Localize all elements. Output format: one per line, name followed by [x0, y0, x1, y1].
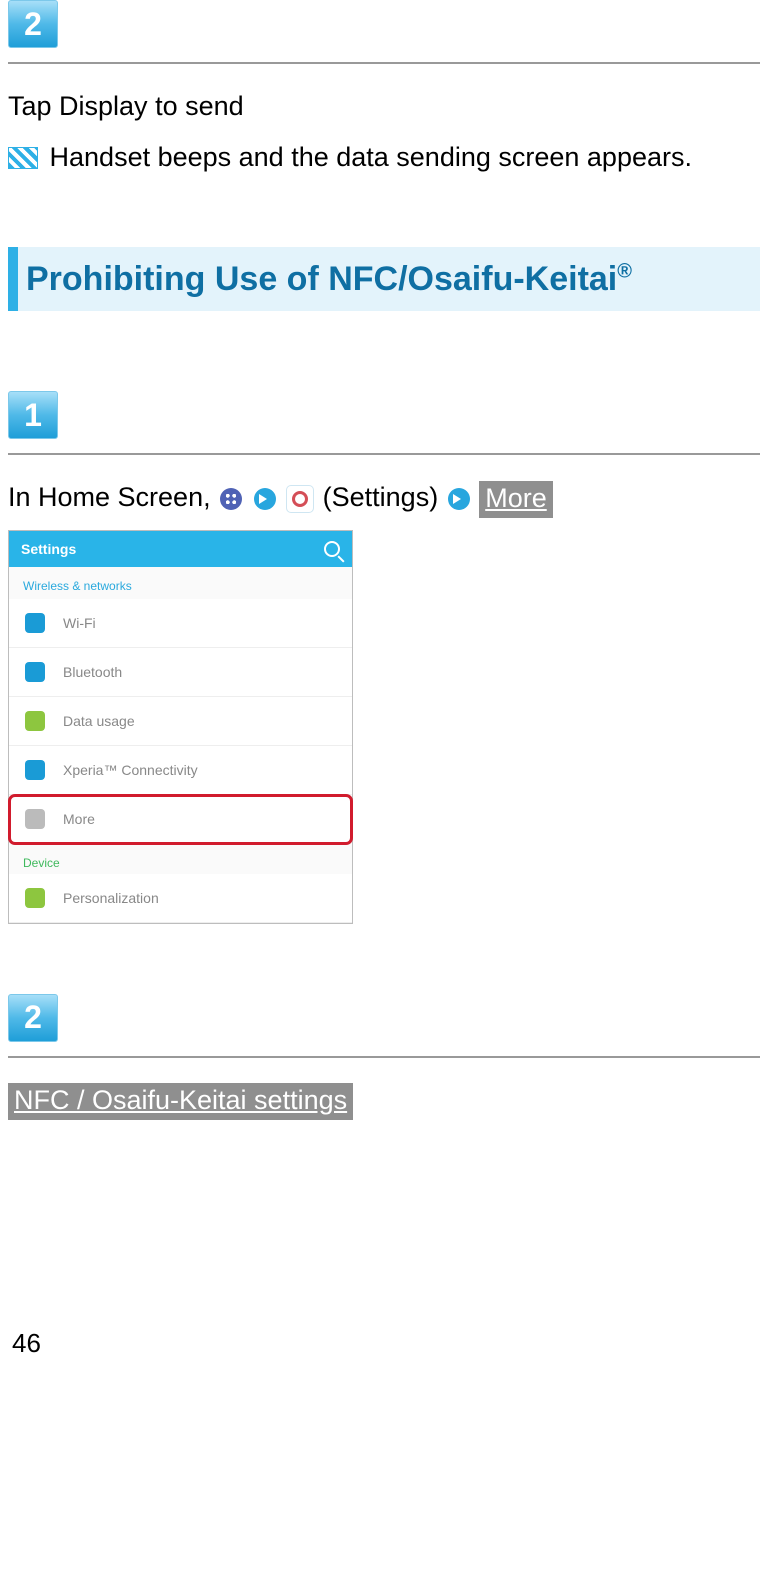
more-button-label: More [479, 481, 553, 518]
screenshot-item: Personalization [9, 874, 352, 923]
search-icon [324, 541, 340, 557]
screenshot-item-label: Bluetooth [63, 664, 122, 680]
section-heading: Prohibiting Use of NFC/Osaifu-Keitai® [8, 247, 760, 311]
screenshot-item-icon [25, 711, 45, 731]
section-heading-main: Prohibiting Use of NFC/Osaifu-Keitai [26, 260, 617, 298]
instruction-line-1: Tap Display to send [8, 86, 760, 127]
screenshot-item-label: Personalization [63, 890, 159, 906]
step-badge-2-top: 2 [8, 0, 58, 48]
divider [8, 62, 760, 64]
settings-screenshot: Settings Wireless & networks Wi-Fi Blueto… [8, 530, 353, 924]
screenshot-item-label: Wi-Fi [63, 615, 96, 631]
screenshot-section-label: Wireless & networks [9, 567, 352, 599]
nfc-settings-label: NFC / Osaifu-Keitai settings [8, 1083, 353, 1120]
instruction-line-2-text: Handset beeps and the data sending scree… [50, 142, 692, 172]
screenshot-item: Bluetooth [9, 648, 352, 697]
section-heading-sup: ® [617, 261, 632, 283]
step-number: 1 [24, 397, 42, 434]
screenshot-item-icon [25, 613, 45, 633]
screenshot-item-icon [25, 888, 45, 908]
screenshot-item: Data usage [9, 697, 352, 746]
instruction-prefix: In Home Screen, [8, 482, 218, 512]
screenshot-item: Wi-Fi [9, 599, 352, 648]
instruction-line-2: Handset beeps and the data sending scree… [8, 137, 760, 178]
bullet-icon [8, 147, 38, 169]
section-heading-text: Prohibiting Use of NFC/Osaifu-Keitai® [18, 247, 760, 311]
screenshot-item-icon [25, 662, 45, 682]
arrow-right-icon [448, 488, 470, 510]
divider [8, 1056, 760, 1058]
settings-gear-icon [287, 486, 313, 512]
navigation-instruction: In Home Screen, (Settings) More [8, 477, 760, 518]
screenshot-title: Settings [21, 541, 76, 557]
step-number: 2 [24, 999, 42, 1036]
step-badge-2-bottom: 2 [8, 994, 58, 1042]
screenshot-item-icon [25, 760, 45, 780]
instruction-settings: (Settings) [323, 482, 439, 512]
nfc-settings-step: NFC / Osaifu-Keitai settings [8, 1080, 760, 1121]
screenshot-item-label: Xperia™ Connectivity [63, 762, 198, 778]
arrow-right-icon [254, 488, 276, 510]
divider [8, 453, 760, 455]
section-heading-accent [8, 247, 18, 311]
page-number: 46 [8, 1320, 760, 1365]
step-badge-1: 1 [8, 391, 58, 439]
screenshot-header: Settings [9, 531, 352, 567]
screenshot-item-icon [25, 809, 45, 829]
apps-icon [220, 488, 242, 510]
step-number: 2 [24, 6, 42, 43]
screenshot-item: Xperia™ Connectivity [9, 746, 352, 795]
screenshot-item-label: Data usage [63, 713, 135, 729]
screenshot-section2-label: Device [9, 844, 352, 874]
screenshot-item: More [9, 795, 352, 844]
screenshot-item-label: More [63, 811, 95, 827]
